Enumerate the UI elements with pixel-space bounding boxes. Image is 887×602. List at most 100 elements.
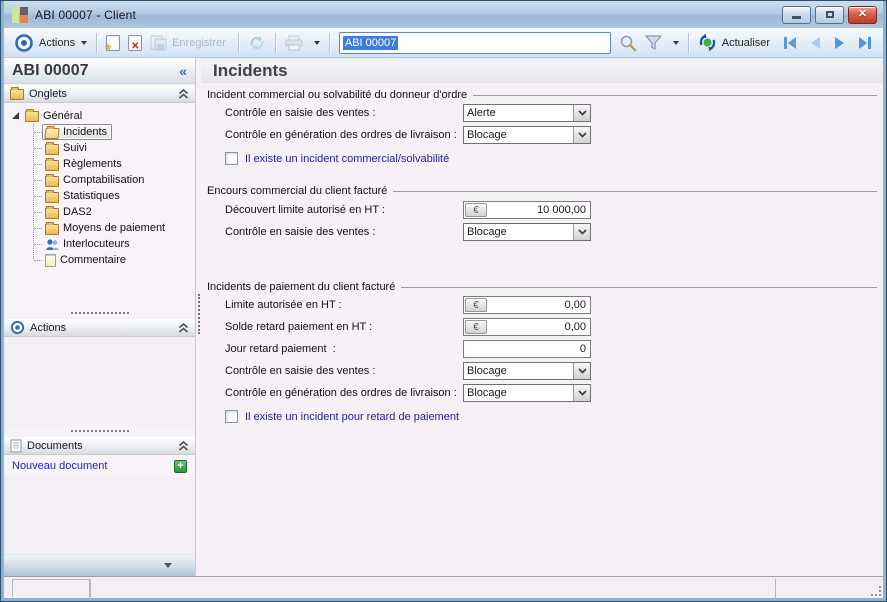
solde-retard-paiement-field[interactable]: € 0,00 [463, 318, 591, 336]
folder-icon [45, 189, 59, 203]
euro-button[interactable]: € [465, 298, 487, 312]
controle-saisie-ventes-paiement-select[interactable]: Blocage [463, 362, 591, 380]
combo-dropdown-button[interactable] [573, 385, 590, 401]
print-options-button[interactable] [307, 39, 324, 47]
chevron-down-icon [672, 40, 679, 45]
refresh-record-label: Actualiser [721, 36, 771, 49]
delete-record-button[interactable]: ✕ [124, 33, 146, 53]
tree-item-label: Interlocuteurs [63, 238, 130, 250]
documents-section-header[interactable]: Documents [4, 436, 195, 455]
tree-item-incidents[interactable]: Incidents [4, 124, 195, 140]
euro-button[interactable]: € [465, 203, 487, 217]
previous-record-icon [810, 36, 820, 49]
folder-open-icon [44, 127, 60, 139]
actualiser-icon [699, 33, 715, 52]
tree-item-interlocuteurs[interactable]: Interlocuteurs [4, 236, 195, 252]
actions-menu-button[interactable]: Actions [10, 31, 91, 55]
select-value: Blocage [467, 226, 507, 238]
legend-rule [393, 190, 877, 192]
field-label: Solde retard paiement en HT : [225, 321, 373, 333]
record-search-input[interactable]: ABI 00007 [338, 31, 611, 54]
combo-dropdown-button[interactable] [573, 127, 590, 143]
collapse-section-icon [179, 322, 188, 333]
tree-item-statistiques[interactable]: Statistiques [4, 188, 195, 204]
sidebar-splitter-handle[interactable] [4, 426, 195, 436]
sidebar-splitter-handle[interactable] [4, 308, 195, 318]
first-record-button[interactable] [777, 32, 802, 54]
tree-item-label: Incidents [63, 126, 108, 138]
actions-section-header[interactable]: Actions [4, 318, 195, 337]
sidebar-collapse-bar[interactable] [4, 554, 195, 576]
target-icon [10, 320, 25, 335]
tree-item-comptabilisation[interactable]: Comptabilisation [4, 172, 195, 188]
next-record-icon [834, 36, 844, 49]
add-document-button[interactable]: + [174, 459, 187, 473]
save-button-label: Enregistrer [172, 36, 226, 49]
save-button[interactable]: Enregistrer [146, 33, 233, 53]
toolbar-separator [274, 32, 276, 53]
splitter-grip[interactable] [198, 294, 200, 334]
printer-icon [285, 35, 303, 50]
close-icon: ✕ [857, 8, 868, 20]
refresh-record-button[interactable]: Actualiser [694, 31, 777, 54]
folder-icon [10, 87, 24, 100]
filter-button[interactable] [641, 33, 666, 53]
collapse-sidebar-button[interactable]: « [179, 64, 187, 78]
number-value: 0 [579, 343, 586, 355]
controle-generation-ol-paiement-select[interactable]: Blocage [463, 384, 591, 402]
next-record-button[interactable] [827, 32, 852, 54]
tree-item-moyens-de-paiement[interactable]: Moyens de paiement [4, 220, 195, 236]
new-document-link[interactable]: Nouveau document [12, 460, 107, 472]
print-button[interactable] [281, 33, 307, 53]
tree-item-reglements[interactable]: Règlements [4, 156, 195, 172]
previous-record-button[interactable] [802, 32, 827, 54]
reload-button[interactable] [244, 33, 270, 53]
close-button[interactable]: ✕ [848, 5, 877, 24]
actions-menu-label: Actions [39, 36, 76, 49]
resize-grip[interactable] [871, 586, 881, 596]
field-label: Contrôle en saisie des ventes : [225, 365, 376, 377]
document-icon [10, 439, 22, 452]
tree-expander-icon[interactable] [12, 112, 19, 119]
toolbar-separator [328, 32, 330, 53]
incidents-form: Incident commercial ou solvabilité du do… [201, 83, 883, 576]
toolbar-separator [237, 32, 239, 53]
group-encours-commercial: Encours commercial du client facturé Déc… [201, 183, 877, 244]
decouvert-limite-field[interactable]: € 10 000,00 [463, 201, 591, 219]
checkbox-label: Il existe un incident pour retard de pai… [245, 411, 460, 423]
tree-item-das2[interactable]: DAS2 [4, 204, 195, 220]
filter-options-button[interactable] [666, 39, 683, 47]
page-title: Incidents [201, 59, 883, 83]
controle-saisie-ventes-select[interactable]: Alerte [463, 104, 591, 122]
maximize-button[interactable] [815, 5, 844, 24]
folder-icon [45, 221, 59, 235]
field-label: Jour retard paiement : [225, 343, 336, 355]
app-logo-icon [12, 6, 28, 23]
status-divider [90, 579, 91, 598]
combo-dropdown-button[interactable] [573, 105, 590, 121]
field-label: Contrôle en saisie des ventes : [225, 226, 376, 238]
group-legend: Encours commercial du client facturé [201, 183, 877, 198]
new-record-button[interactable]: ★ [102, 33, 124, 53]
group-legend-text: Encours commercial du client facturé [207, 184, 388, 197]
tree-item-label: Statistiques [63, 190, 120, 202]
tree-item-commentaire[interactable]: Commentaire [4, 252, 195, 268]
tree-item-suivi[interactable]: Suivi [4, 140, 195, 156]
chevron-down-icon [577, 132, 587, 138]
incident-retard-paiement-checkbox[interactable] [225, 410, 238, 423]
jour-retard-paiement-field[interactable]: 0 [463, 340, 591, 358]
search-button[interactable] [615, 32, 641, 54]
controle-saisie-ventes-encours-select[interactable]: Blocage [463, 223, 591, 241]
controle-generation-ol-select[interactable]: Blocage [463, 126, 591, 144]
onglets-section-header[interactable]: Onglets [4, 84, 195, 103]
minimize-button[interactable] [782, 5, 811, 24]
combo-dropdown-button[interactable] [573, 224, 590, 240]
select-value: Blocage [467, 365, 507, 377]
euro-button[interactable]: € [465, 320, 487, 334]
incident-commercial-checkbox[interactable] [225, 152, 238, 165]
combo-dropdown-button[interactable] [573, 363, 590, 379]
limite-autorisee-field[interactable]: € 0,00 [463, 296, 591, 314]
last-record-button[interactable] [852, 32, 877, 54]
tree-item-label: Général [43, 109, 83, 122]
tree-item-general[interactable]: Général [4, 107, 195, 124]
